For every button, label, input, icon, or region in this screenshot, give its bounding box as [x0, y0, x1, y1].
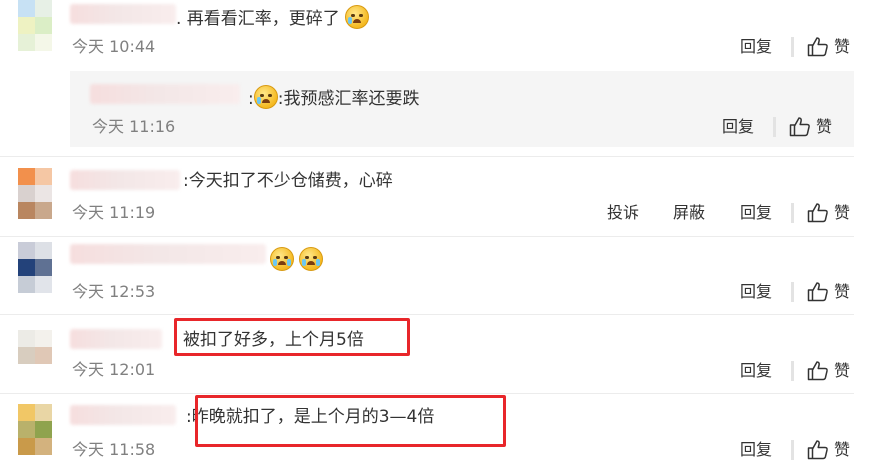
separator [0, 236, 854, 237]
thumbs-up-icon [807, 440, 828, 460]
thumbs-up-icon [807, 37, 828, 57]
report-button[interactable]: 投诉 [607, 203, 639, 223]
reply-button[interactable]: 回复 [740, 361, 772, 381]
avatar[interactable] [18, 404, 52, 468]
crying-emoji-icon [253, 85, 278, 109]
reply-button[interactable]: 回复 [740, 203, 772, 223]
comment-time: 今天 12:53 [72, 282, 156, 301]
avatar[interactable] [18, 242, 52, 294]
comment-text [270, 247, 324, 271]
reply-time: 今天 11:16 [92, 117, 176, 136]
username-blurred[interactable] [90, 84, 240, 104]
username-blurred[interactable] [70, 170, 180, 190]
like-button[interactable]: 赞 [807, 202, 850, 223]
avatar[interactable] [18, 0, 52, 58]
avatar[interactable] [18, 330, 52, 370]
block-button[interactable]: 屏蔽 [673, 203, 705, 223]
divider [791, 203, 794, 223]
thumbs-up-icon [807, 203, 828, 223]
reply-button[interactable]: 回复 [740, 282, 772, 302]
crying-emoji-icon [299, 247, 324, 271]
username-blurred[interactable] [70, 329, 162, 349]
thumbs-up-icon [807, 361, 828, 381]
divider [791, 361, 794, 381]
username-blurred[interactable] [70, 244, 266, 264]
like-button[interactable]: 赞 [807, 360, 850, 381]
avatar[interactable] [18, 168, 52, 220]
highlight-box [195, 395, 506, 447]
thumbs-up-icon [789, 117, 810, 137]
crying-emoji-icon [345, 5, 370, 29]
like-button[interactable]: 赞 [807, 439, 850, 460]
thumbs-up-icon [807, 282, 828, 302]
comment-text: :今天扣了不少仓储费，心碎 [183, 171, 393, 191]
like-button[interactable]: 赞 [807, 36, 850, 57]
comment-time: 今天 12:01 [72, 360, 156, 379]
reply-button[interactable]: 回复 [722, 117, 754, 137]
divider [791, 440, 794, 460]
comment-time: 今天 10:44 [72, 37, 156, 56]
comment-text: . 再看看汇率，更碎了 [176, 5, 370, 29]
comment-time: 今天 11:58 [72, 440, 156, 459]
reply-button[interactable]: 回复 [740, 440, 772, 460]
separator [0, 156, 854, 157]
comment-time: 今天 11:19 [72, 203, 156, 222]
divider [773, 117, 776, 137]
username-blurred[interactable] [70, 4, 176, 24]
crying-emoji-icon [270, 247, 294, 271]
reply-button[interactable]: 回复 [740, 37, 772, 57]
divider [791, 37, 794, 57]
separator [0, 393, 854, 394]
username-blurred[interactable] [70, 405, 176, 425]
like-button[interactable]: 赞 [789, 116, 832, 137]
separator [0, 314, 854, 315]
like-button[interactable]: 赞 [807, 281, 850, 302]
reply-text: ::我预感汇率还要跌 [248, 85, 419, 109]
highlight-box [174, 318, 410, 356]
divider [791, 282, 794, 302]
